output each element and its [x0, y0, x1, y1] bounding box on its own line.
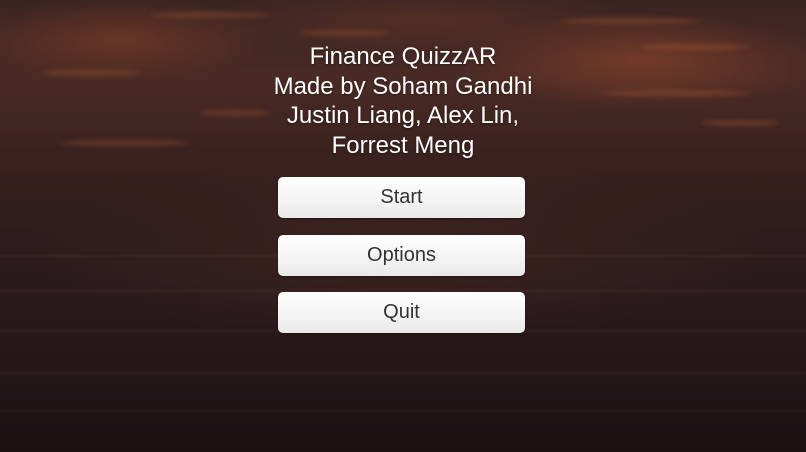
- options-button[interactable]: Options: [278, 235, 525, 276]
- credits-line-2: Justin Liang, Alex Lin,: [286, 102, 520, 129]
- main-menu-screen: Finance QuizzAR Made by Soham Gandhi Jus…: [0, 0, 806, 452]
- credits-line-3: Forrest Meng: [331, 131, 475, 159]
- quit-button[interactable]: Quit: [278, 292, 525, 333]
- credits-line-1: Made by Soham Gandhi: [273, 72, 533, 100]
- app-title: Finance QuizzAR: [309, 43, 497, 70]
- start-button[interactable]: Start: [278, 177, 525, 218]
- credits-title: Finance QuizzAR Made by Soham Gandhi Jus…: [0, 42, 806, 160]
